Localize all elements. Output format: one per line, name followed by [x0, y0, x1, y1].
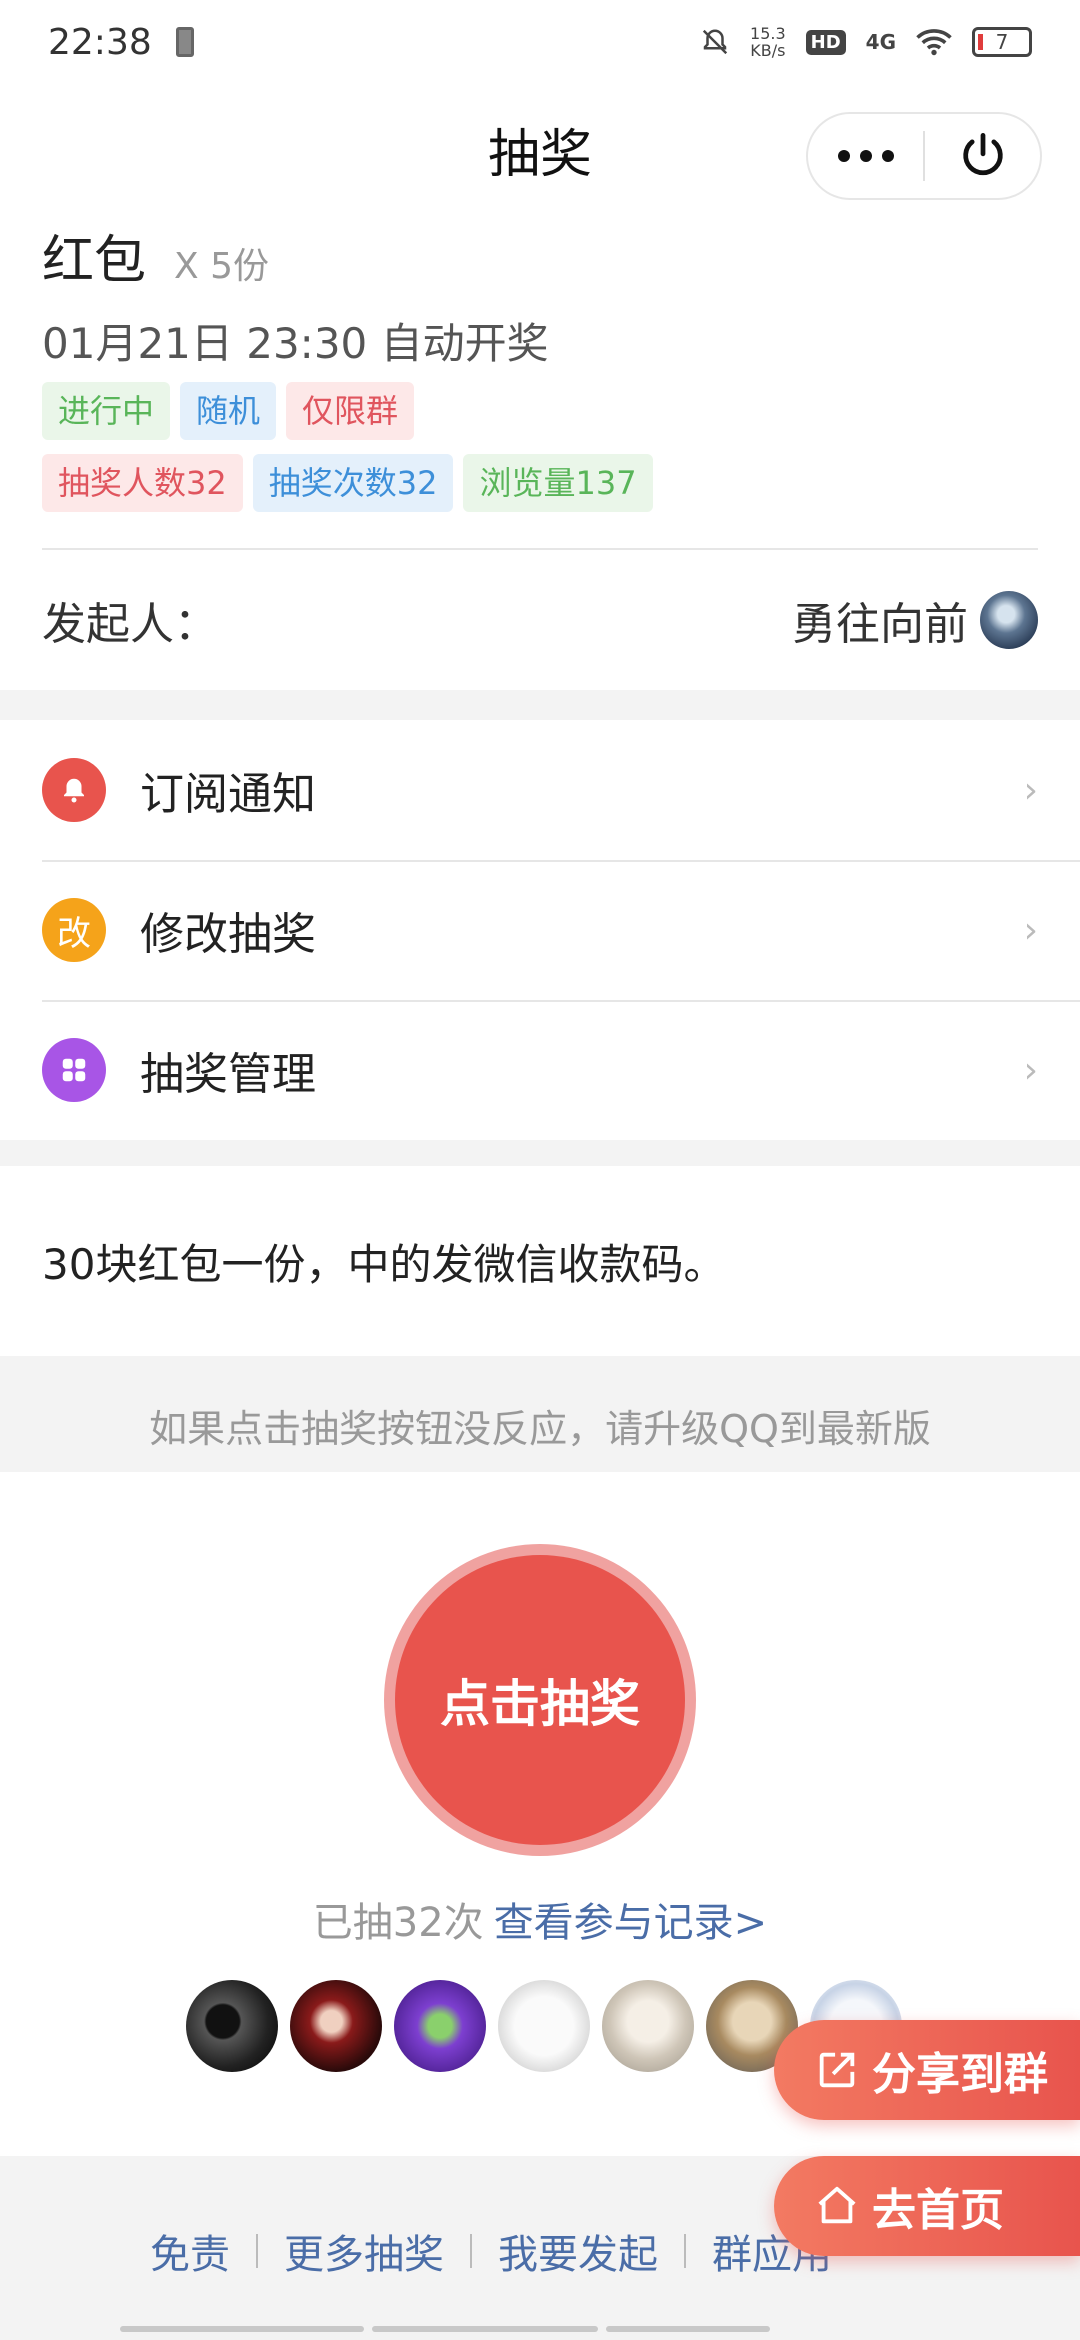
tag-in-progress: 进行中 — [42, 382, 171, 440]
hd-icon: HD — [805, 29, 846, 55]
initiator-label: 发起人： — [42, 599, 218, 650]
footer-link-create[interactable]: 我要发起 — [498, 2222, 658, 2280]
menu-item-manage[interactable]: 抽奖管理 › — [0, 1000, 1080, 1140]
more-dot-icon — [859, 150, 872, 162]
draw-stats: 已抽32次 查看参与记录> — [0, 1890, 1080, 1948]
menu-item-subscribe[interactable]: 订阅通知 › — [0, 720, 1080, 860]
gesture-segment — [372, 2326, 598, 2332]
network-speed: 15.3 KB/s — [750, 25, 786, 59]
chevron-right-icon: › — [1023, 769, 1038, 811]
mini-program-capsule — [806, 112, 1042, 200]
menu-label: 抽奖管理 — [140, 1049, 316, 1100]
avatar — [602, 1980, 694, 2072]
status-tags: 进行中 随机 仅限群 — [42, 382, 415, 440]
nav-bar: 抽奖 — [0, 110, 1080, 200]
upgrade-notice: 如果点击抽奖按钮没反应，请升级QQ到最新版 — [0, 1356, 1080, 1472]
prize-count: X 5份 — [174, 246, 270, 287]
footer-links: 免责 更多抽奖 我要发起 群应用 — [150, 2222, 832, 2280]
status-time: 22:38 — [48, 21, 152, 63]
section-gap — [0, 690, 1080, 720]
battery-icon: 7 — [972, 27, 1032, 57]
footer-link-disclaimer[interactable]: 免责 — [150, 2222, 230, 2280]
footer-link-more-lotteries[interactable]: 更多抽奖 — [284, 2222, 444, 2280]
gesture-segment — [606, 2326, 770, 2332]
home-icon — [814, 2183, 860, 2229]
footer-divider — [470, 2234, 472, 2268]
footer-divider — [684, 2234, 686, 2268]
divider — [42, 548, 1038, 550]
avatar — [394, 1980, 486, 2072]
action-menu: 订阅通知 › 改 修改抽奖 › 抽奖管理 › — [0, 720, 1080, 1140]
avatar — [290, 1980, 382, 2072]
speed-unit: KB/s — [750, 41, 786, 60]
menu-item-edit[interactable]: 改 修改抽奖 › — [0, 860, 1080, 1000]
initiator-avatar — [980, 591, 1038, 649]
signal-icon: 4G — [865, 30, 896, 54]
initiator-row[interactable]: 发起人： 勇往向前 — [0, 560, 1080, 680]
draw-button-ring: 点击抽奖 — [384, 1544, 696, 1856]
menu-label: 修改抽奖 — [140, 909, 316, 960]
chevron-right-icon: › — [1023, 1049, 1038, 1091]
records-link[interactable]: 查看参与记录> — [494, 1900, 768, 1946]
draw-count: 已抽32次 — [312, 1900, 484, 1946]
more-button[interactable] — [808, 150, 923, 162]
tag-views: 浏览量137 — [463, 454, 653, 512]
prize-description: 30块红包一份，中的发微信收款码。 — [0, 1166, 1080, 1356]
prize-name: 红包 — [42, 231, 147, 291]
avatar — [498, 1980, 590, 2072]
menu-label: 订阅通知 — [140, 769, 316, 820]
mute-bell-icon — [702, 29, 728, 55]
home-label: 去首页 — [872, 2185, 1004, 2236]
draw-button[interactable]: 点击抽奖 — [395, 1555, 685, 1845]
share-icon — [814, 2047, 860, 2093]
bell-icon — [42, 758, 106, 822]
status-icons: 15.3 KB/s HD 4G 7 — [700, 25, 1032, 59]
more-dot-icon — [881, 150, 894, 162]
more-dot-icon — [837, 150, 850, 162]
go-home-button[interactable]: 去首页 — [774, 2156, 1080, 2256]
footer-divider — [256, 2234, 258, 2268]
grid-icon — [42, 1038, 106, 1102]
share-label: 分享到群 — [872, 2049, 1048, 2100]
section-gap — [0, 1140, 1080, 1166]
tag-draw-count: 抽奖次数32 — [252, 454, 454, 512]
open-time: 01月21日 23:30 自动开奖 — [42, 319, 549, 368]
initiator-name: 勇往向前 — [792, 599, 968, 650]
share-to-group-button[interactable]: 分享到群 — [774, 2020, 1080, 2120]
edit-icon: 改 — [42, 898, 106, 962]
gesture-segment — [120, 2326, 364, 2332]
stat-tags: 抽奖人数32 抽奖次数32 浏览量137 — [42, 454, 653, 512]
status-bar: 22:38 15.3 KB/s HD 4G 7 — [0, 0, 1080, 84]
chevron-right-icon: › — [1023, 909, 1038, 951]
prize-header: 红包 X 5份 — [42, 218, 269, 293]
battery-saver-icon — [175, 27, 194, 57]
wifi-icon — [916, 29, 952, 56]
tag-random: 随机 — [180, 382, 277, 440]
power-icon — [962, 133, 1003, 176]
close-button[interactable] — [925, 130, 1040, 182]
tag-participants: 抽奖人数32 — [42, 454, 243, 512]
gesture-bar — [120, 2326, 770, 2332]
speed-value: 15.3 — [750, 24, 786, 43]
avatar — [186, 1980, 278, 2072]
tag-group-only: 仅限群 — [286, 382, 415, 440]
